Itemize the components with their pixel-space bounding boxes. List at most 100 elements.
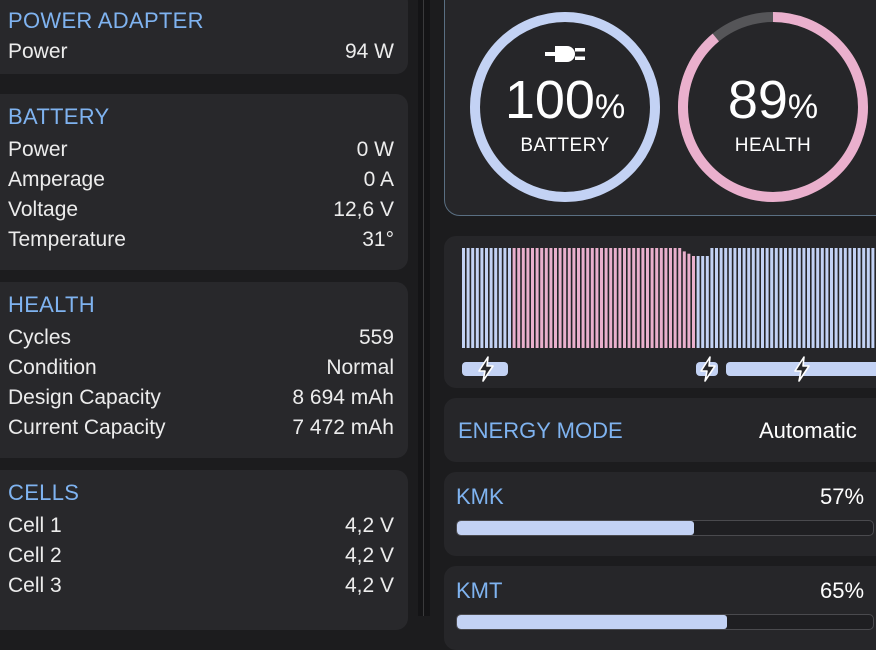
row-label: Cycles [8, 326, 72, 349]
history-bar [797, 248, 801, 348]
history-bar [554, 248, 557, 348]
health-gauge-label: HEALTH [734, 135, 812, 156]
battery-temperature-row: Temperature 31° [8, 228, 394, 258]
history-bar [834, 248, 838, 348]
history-bar [508, 248, 511, 348]
history-bar [816, 248, 820, 348]
meter-track [456, 520, 874, 536]
history-bar [830, 248, 833, 348]
battery-amperage-row: Amperage 0 A [8, 168, 394, 198]
row-value: 31° [362, 228, 394, 251]
meter-name: KMK [456, 484, 504, 509]
history-bar [774, 248, 778, 348]
history-bar [788, 248, 792, 348]
history-bar [751, 248, 755, 348]
lightning-bolt-icon [476, 356, 496, 387]
health-percent: 89% [673, 69, 873, 131]
history-bar [742, 248, 746, 348]
history-bar [733, 248, 737, 348]
battery-gauge-label: BATTERY [520, 135, 610, 156]
power-adapter-card: POWER ADAPTER Power 94 W [0, 0, 408, 74]
power-adapter-title: POWER ADAPTER [8, 8, 204, 33]
energy-mode-card[interactable]: ENERGY MODE Automatic [444, 398, 876, 462]
row-label: Power [8, 138, 68, 161]
history-bar [770, 248, 774, 348]
history-bar [563, 248, 567, 348]
energy-mode-value[interactable]: Automatic [759, 418, 857, 444]
history-bar [623, 248, 626, 348]
health-current-capacity-row: Current Capacity 7 472 mAh [8, 416, 394, 446]
row-value: 4,2 V [344, 544, 394, 567]
history-bar [627, 248, 631, 348]
history-bar [475, 248, 479, 348]
row-value: 7 472 mAh [292, 416, 394, 439]
battery-title: BATTERY [8, 104, 110, 129]
battery-card: BATTERY Power 0 W Amperage 0 A Voltage 1… [0, 94, 408, 270]
history-bar [705, 256, 709, 348]
history-bar [784, 248, 787, 348]
row-label: Cell 3 [8, 574, 62, 597]
health-card: HEALTH Cycles 559 Condition Normal Desig… [0, 282, 408, 458]
history-bar [779, 248, 783, 348]
charge-history-card [444, 236, 876, 388]
history-bar [544, 248, 548, 348]
cells-card: CELLS Cell 1 4,2 V Cell 2 4,2 V Cell 3 4… [0, 470, 408, 630]
history-bar [586, 248, 590, 348]
row-value: 0 A [363, 168, 394, 191]
battery-percent: 100% [465, 69, 665, 131]
history-bar [632, 248, 636, 348]
history-bar [526, 248, 530, 348]
row-label: Cell 1 [8, 514, 62, 537]
cell-3-row: Cell 3 4,2 V [8, 574, 394, 604]
gauges-card: 100% BATTERY 89% HEALTH [444, 0, 876, 216]
cells-title: CELLS [8, 480, 80, 505]
history-bar [618, 248, 622, 348]
history-bar [871, 248, 875, 348]
history-bar [609, 248, 613, 348]
row-value: 8 694 mAh [292, 386, 394, 409]
history-bar [701, 256, 705, 348]
history-bar [669, 248, 672, 348]
history-bar [687, 253, 691, 348]
history-bar [636, 248, 640, 348]
history-bar [682, 251, 686, 348]
battery-value: 100 [504, 70, 595, 130]
history-bar [696, 256, 700, 348]
history-bar [756, 248, 760, 348]
overview-pane: 100% BATTERY 89% HEALTH ENERGY MODE Auto… [430, 0, 876, 650]
battery-voltage-row: Voltage 12,6 V [8, 198, 394, 228]
power-plug-icon [545, 43, 585, 65]
meter-fill [457, 521, 695, 535]
history-bar [581, 248, 585, 348]
history-bar [535, 248, 539, 348]
history-bar [843, 248, 847, 348]
row-label: Condition [8, 356, 97, 379]
history-bar [590, 248, 594, 348]
history-bar [498, 248, 502, 348]
row-label: Cell 2 [8, 544, 62, 567]
battery-info-pane: POWER ADAPTER Power 94 W BATTERY Power 0… [0, 0, 410, 630]
history-bar [728, 248, 732, 348]
history-bar [471, 248, 475, 348]
cell-1-row: Cell 1 4,2 V [8, 514, 394, 544]
history-bar [866, 248, 870, 348]
history-bar [738, 248, 741, 348]
lightning-bolt-icon [792, 356, 812, 387]
row-value: 4,2 V [344, 514, 394, 537]
history-bar [715, 248, 718, 348]
history-bar [802, 248, 806, 348]
meter-kmt-card: KMT 65% [444, 566, 876, 650]
meter-value: 65% [820, 578, 865, 603]
history-bar [646, 248, 649, 348]
pane-divider[interactable] [418, 0, 430, 616]
row-value: Normal [326, 356, 394, 379]
history-bar [600, 248, 603, 348]
history-bar [521, 248, 525, 348]
history-bar [710, 248, 714, 348]
history-bar [655, 248, 659, 348]
history-bar [517, 248, 521, 348]
history-bar [604, 248, 608, 348]
row-label: Power [8, 40, 68, 63]
energy-mode-title: ENERGY MODE [458, 418, 623, 443]
history-bar [761, 248, 764, 348]
